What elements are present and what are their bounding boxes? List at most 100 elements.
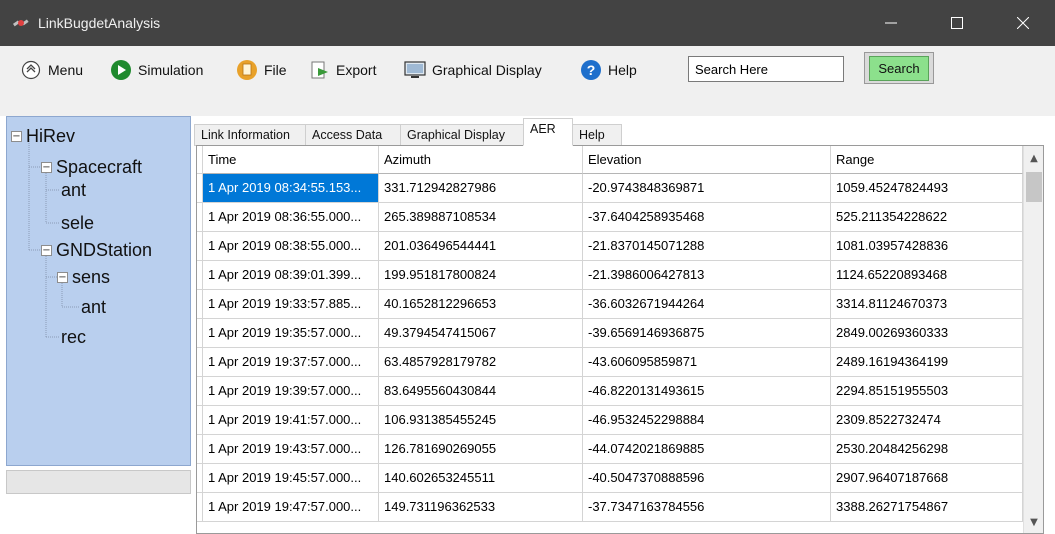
cell-time[interactable]: 1 Apr 2019 08:38:55.000... [203, 232, 379, 261]
table-row[interactable]: 1 Apr 2019 19:45:57.000... 140.6026532455… [197, 464, 1023, 493]
cell-elevation[interactable]: -46.9532452298884 [583, 406, 831, 435]
table-row[interactable]: 1 Apr 2019 19:43:57.000... 126.7816902690… [197, 435, 1023, 464]
cell-elevation[interactable]: -20.9743848369871 [583, 174, 831, 203]
scrollbar-thumb[interactable] [1026, 172, 1042, 202]
column-header-time[interactable]: Time [203, 146, 379, 174]
column-header-range[interactable]: Range [831, 146, 1023, 174]
table-row[interactable]: 1 Apr 2019 19:41:57.000... 106.9313854552… [197, 406, 1023, 435]
table-row[interactable]: 1 Apr 2019 19:47:57.000... 149.7311963625… [197, 493, 1023, 522]
column-header-elevation[interactable]: Elevation [583, 146, 831, 174]
column-header-azimuth[interactable]: Azimuth [379, 146, 583, 174]
maximize-button[interactable] [934, 0, 980, 46]
export-button[interactable]: Export [308, 56, 376, 84]
cell-azimuth[interactable]: 106.931385455245 [379, 406, 583, 435]
cell-azimuth[interactable]: 149.731196362533 [379, 493, 583, 522]
cell-time[interactable]: 1 Apr 2019 19:37:57.000... [203, 348, 379, 377]
tree-node-gndstation[interactable]: − GNDStation [41, 239, 152, 261]
tab-graphical-display[interactable]: Graphical Display [400, 124, 524, 146]
cell-time[interactable]: 1 Apr 2019 19:43:57.000... [203, 435, 379, 464]
collapse-icon[interactable]: − [41, 161, 52, 173]
cell-azimuth[interactable]: 40.1652812296653 [379, 290, 583, 319]
cell-range[interactable]: 525.211354228622 [831, 203, 1023, 232]
cell-elevation[interactable]: -46.8220131493615 [583, 377, 831, 406]
cell-azimuth[interactable]: 126.781690269055 [379, 435, 583, 464]
cell-azimuth[interactable]: 199.951817800824 [379, 261, 583, 290]
tree-node-spacecraft[interactable]: − Spacecraft [41, 156, 142, 178]
tab-link-information[interactable]: Link Information [194, 124, 306, 146]
minimize-button[interactable] [868, 0, 914, 46]
cell-elevation[interactable]: -21.3986006427813 [583, 261, 831, 290]
cell-elevation[interactable]: -36.6032671944264 [583, 290, 831, 319]
tree-node-spacecraft-ant[interactable]: ant [61, 179, 86, 201]
scroll-down-arrow[interactable]: ▼ [1024, 512, 1043, 532]
cell-time[interactable]: 1 Apr 2019 19:47:57.000... [203, 493, 379, 522]
tree-node-label: Spacecraft [56, 156, 143, 177]
cell-range[interactable]: 1081.03957428836 [831, 232, 1023, 261]
cell-range[interactable]: 2907.96407187668 [831, 464, 1023, 493]
cell-range[interactable]: 2849.00269360333 [831, 319, 1023, 348]
simulation-button[interactable]: Simulation [110, 56, 203, 84]
table-row[interactable]: 1 Apr 2019 19:39:57.000... 83.64955604308… [197, 377, 1023, 406]
table-row[interactable]: 1 Apr 2019 19:37:57.000... 63.48579281797… [197, 348, 1023, 377]
cell-range[interactable]: 1124.65220893468 [831, 261, 1023, 290]
tab-help[interactable]: Help [572, 124, 622, 146]
table-row[interactable]: 1 Apr 2019 19:33:57.885... 40.16528122966… [197, 290, 1023, 319]
tree-node-sens-ant[interactable]: ant [81, 296, 106, 318]
cell-azimuth[interactable]: 201.036496544441 [379, 232, 583, 261]
scroll-up-arrow[interactable]: ▲ [1024, 148, 1043, 168]
menu-button[interactable]: Menu [20, 56, 83, 84]
tree-node-sens[interactable]: − sens [57, 266, 110, 288]
cell-azimuth[interactable]: 83.6495560430844 [379, 377, 583, 406]
cell-time[interactable]: 1 Apr 2019 19:35:57.000... [203, 319, 379, 348]
tree-node-sele[interactable]: sele [61, 212, 94, 234]
cell-elevation[interactable]: -39.6569146936875 [583, 319, 831, 348]
cell-time[interactable]: 1 Apr 2019 19:33:57.885... [203, 290, 379, 319]
table-row[interactable]: 1 Apr 2019 08:36:55.000... 265.3898871085… [197, 203, 1023, 232]
close-button[interactable] [1000, 0, 1046, 46]
cell-range[interactable]: 2309.8522732474 [831, 406, 1023, 435]
tree-node-rec[interactable]: rec [61, 326, 86, 348]
collapse-icon[interactable]: − [11, 130, 22, 142]
cell-elevation[interactable]: -44.0742021869885 [583, 435, 831, 464]
help-button[interactable]: ? Help [580, 56, 637, 84]
cell-azimuth[interactable]: 140.602653245511 [379, 464, 583, 493]
cell-time[interactable]: 1 Apr 2019 08:39:01.399... [203, 261, 379, 290]
cell-range[interactable]: 3314.81124670373 [831, 290, 1023, 319]
cell-time[interactable]: 1 Apr 2019 19:45:57.000... [203, 464, 379, 493]
tab-aer[interactable]: AER [523, 118, 573, 146]
cell-elevation[interactable]: -43.606095859871 [583, 348, 831, 377]
grid-header-row: Time Azimuth Elevation Range [197, 146, 1023, 175]
cell-azimuth[interactable]: 63.4857928179782 [379, 348, 583, 377]
cell-time[interactable]: 1 Apr 2019 08:36:55.000... [203, 203, 379, 232]
cell-time[interactable]: 1 Apr 2019 08:34:55.153... [203, 174, 379, 203]
graphical-display-button[interactable]: Graphical Display [404, 56, 542, 84]
cell-elevation[interactable]: -40.5047370888596 [583, 464, 831, 493]
file-button[interactable]: File [236, 56, 287, 84]
table-row[interactable]: 1 Apr 2019 08:39:01.399... 199.9518178008… [197, 261, 1023, 290]
table-row[interactable]: 1 Apr 2019 19:35:57.000... 49.37945474150… [197, 319, 1023, 348]
cell-time[interactable]: 1 Apr 2019 19:41:57.000... [203, 406, 379, 435]
cell-range[interactable]: 3388.26271754867 [831, 493, 1023, 522]
cell-time[interactable]: 1 Apr 2019 19:39:57.000... [203, 377, 379, 406]
cell-elevation[interactable]: -37.6404258935468 [583, 203, 831, 232]
vertical-scrollbar[interactable]: ▲ ▼ [1023, 146, 1043, 533]
tree-node-hirev[interactable]: − HiRev [11, 125, 75, 147]
collapse-icon[interactable]: − [41, 244, 52, 256]
cell-azimuth[interactable]: 331.712942827986 [379, 174, 583, 203]
cell-elevation[interactable]: -37.7347163784556 [583, 493, 831, 522]
search-button-label: Search [869, 55, 929, 81]
table-row[interactable]: 1 Apr 2019 08:38:55.000... 201.0364965444… [197, 232, 1023, 261]
cell-elevation[interactable]: -21.8370145071288 [583, 232, 831, 261]
cell-range[interactable]: 1059.45247824493 [831, 174, 1023, 203]
cell-azimuth[interactable]: 49.3794547415067 [379, 319, 583, 348]
search-input[interactable] [688, 56, 844, 82]
aer-data-grid[interactable]: Time Azimuth Elevation Range 1 Apr 2019 … [196, 145, 1044, 534]
cell-range[interactable]: 2530.20484256298 [831, 435, 1023, 464]
cell-azimuth[interactable]: 265.389887108534 [379, 203, 583, 232]
tab-access-data[interactable]: Access Data [305, 124, 401, 146]
cell-range[interactable]: 2294.85151955503 [831, 377, 1023, 406]
search-button[interactable]: Search [864, 52, 934, 84]
cell-range[interactable]: 2489.16194364199 [831, 348, 1023, 377]
table-row[interactable]: 1 Apr 2019 08:34:55.153... 331.7129428279… [197, 174, 1023, 203]
collapse-icon[interactable]: − [57, 271, 68, 283]
